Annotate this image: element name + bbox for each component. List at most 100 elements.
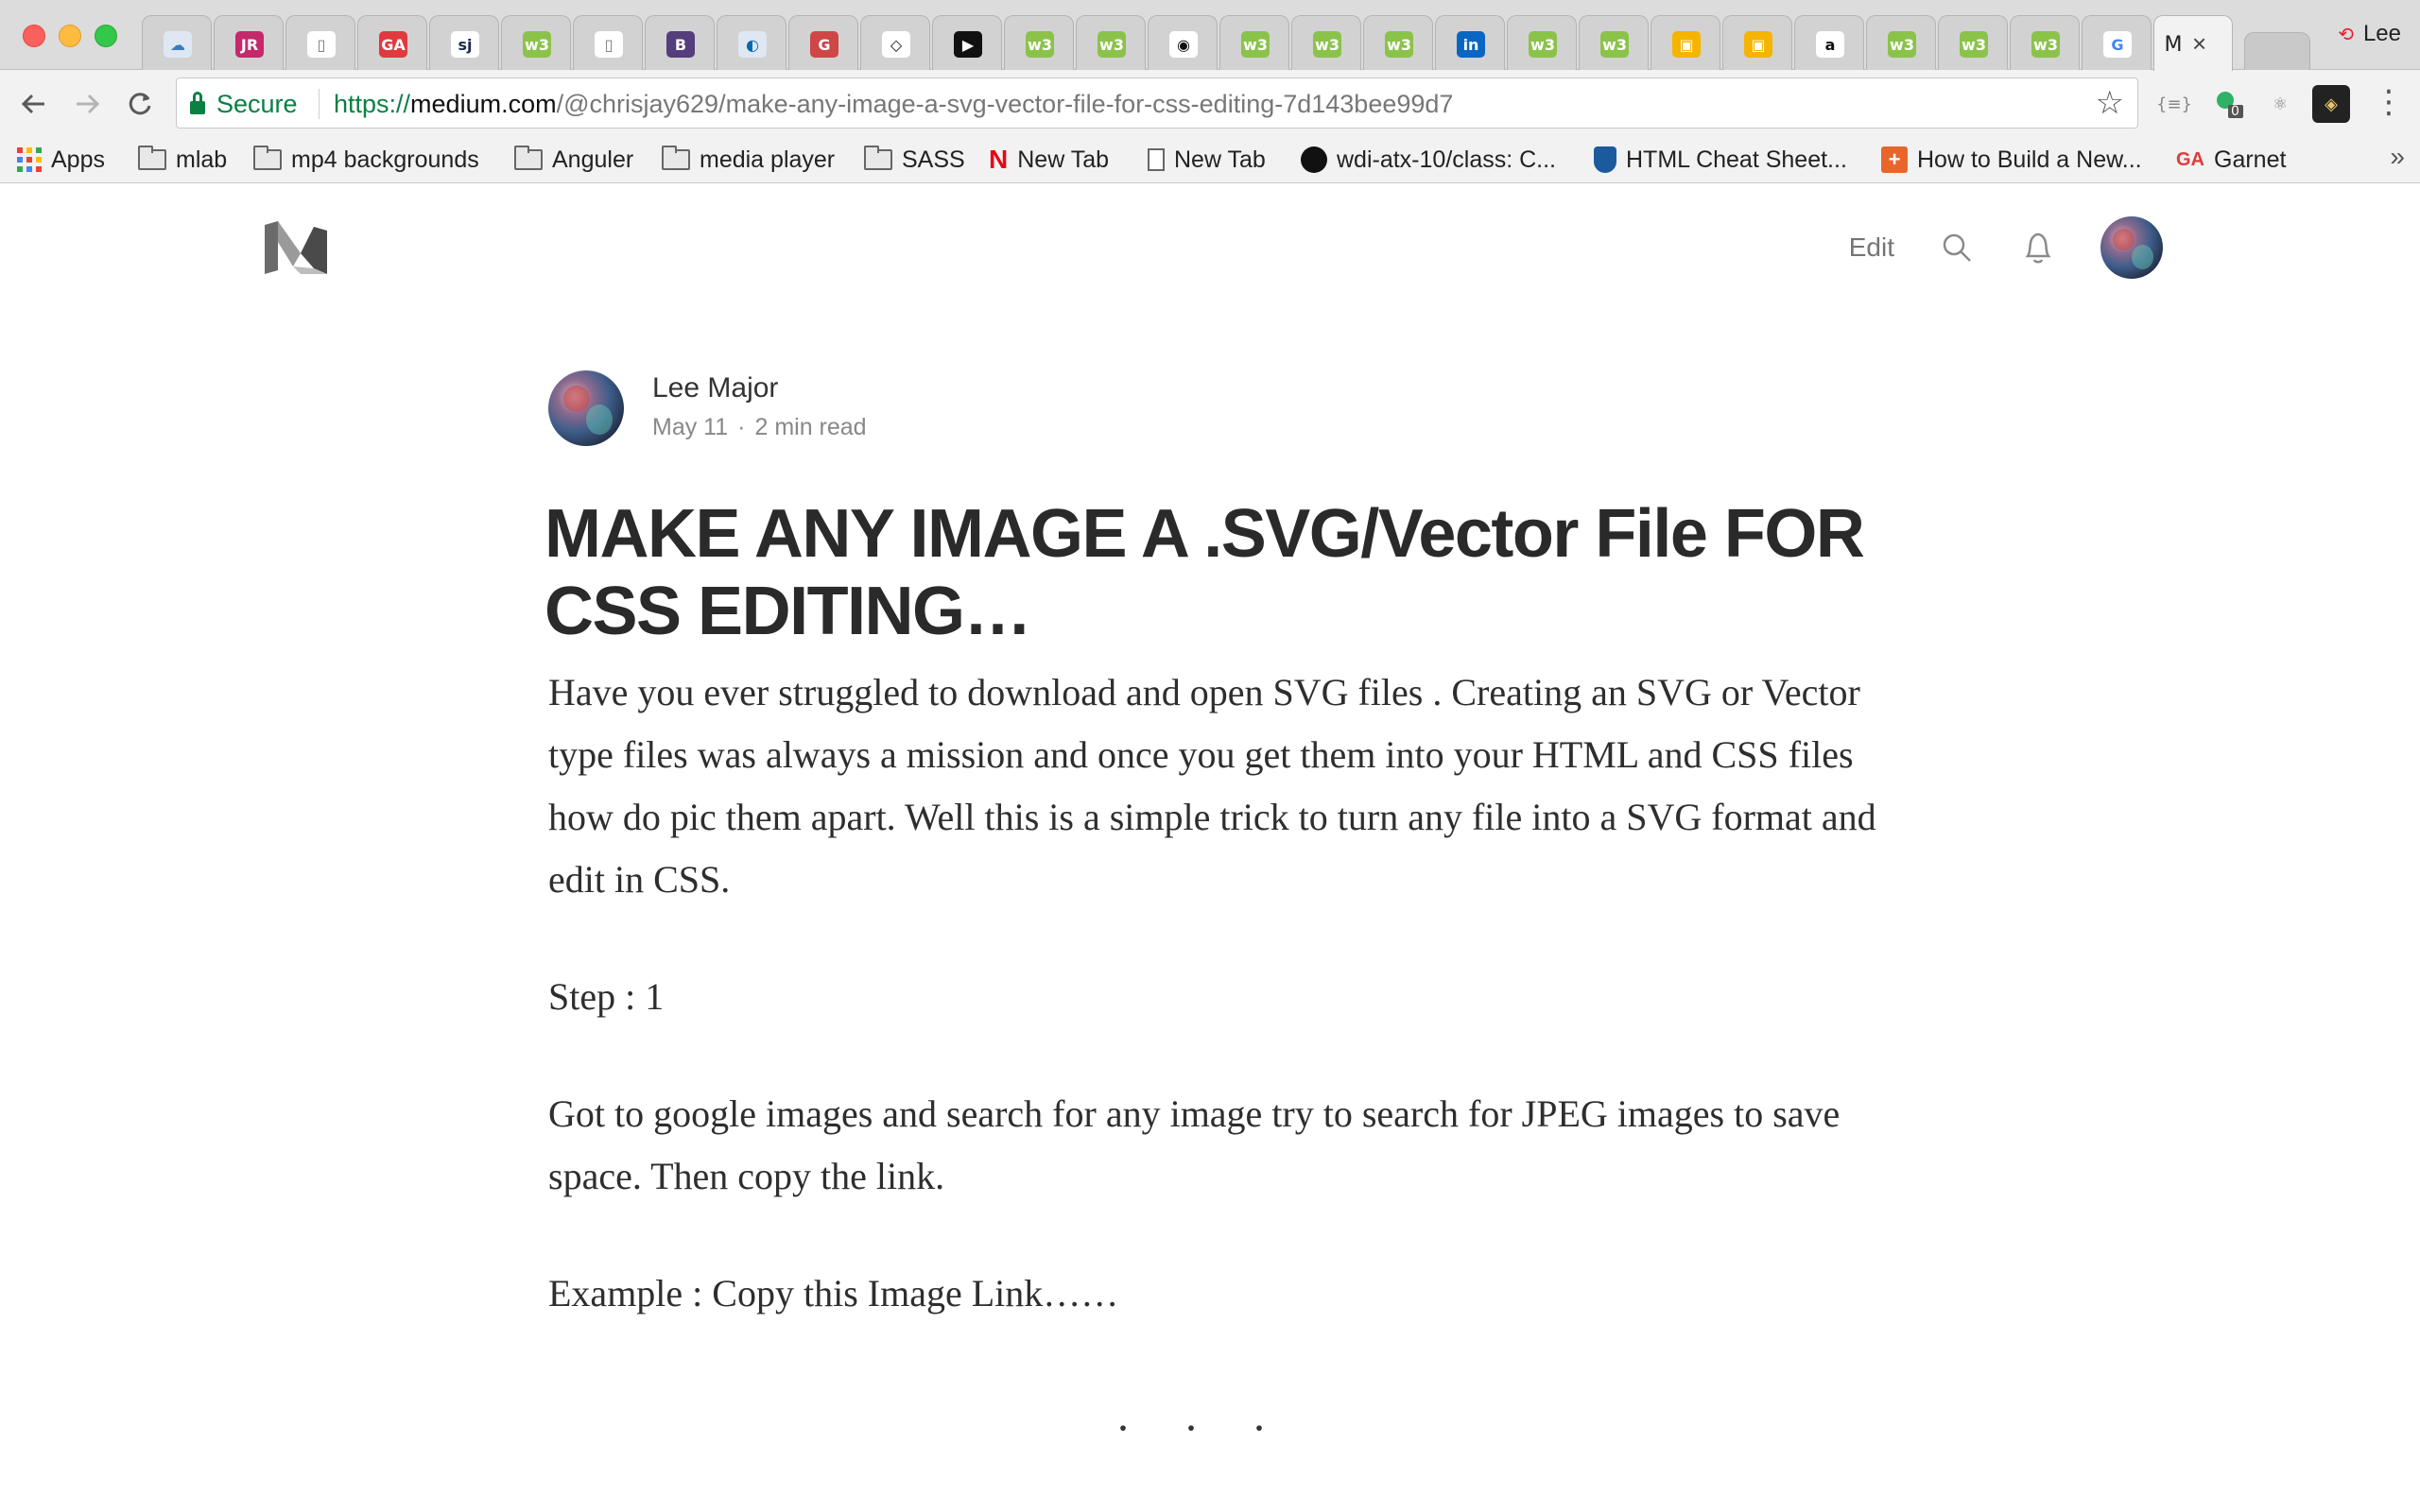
browser-tab[interactable]: G <box>2082 15 2152 70</box>
netflix-icon: N <box>989 145 1009 174</box>
w3schools-icon: w3 <box>1529 31 1557 58</box>
bookmark-item[interactable]: mlab <box>138 138 227 181</box>
bookmark-label: Apps <box>51 146 105 173</box>
browser-tab[interactable]: ☁ <box>142 15 212 70</box>
browser-tab[interactable]: w3 <box>1219 15 1289 70</box>
folder-icon <box>138 146 166 170</box>
browser-tab[interactable]: w3 <box>1866 15 1936 70</box>
bookmark-item[interactable]: Anguler <box>514 138 633 181</box>
browser-tab[interactable]: w3 <box>1507 15 1577 70</box>
browser-tab-active[interactable]: M × <box>2153 15 2233 71</box>
browser-tab[interactable]: w3 <box>1579 15 1649 70</box>
browser-tab[interactable]: in <box>1435 15 1505 70</box>
url-text[interactable]: https:// medium.com /@chrisjay629/make-a… <box>334 78 1453 129</box>
profile-sync-icon: ⟲ <box>2338 24 2354 45</box>
extension-badge-icon[interactable]: 0 <box>2210 85 2248 123</box>
browser-tab[interactable]: JR <box>214 15 284 70</box>
w3schools-icon: w3 <box>1960 31 1988 58</box>
url-scheme: https:// <box>334 89 411 118</box>
bookmark-item[interactable]: media player <box>662 138 835 181</box>
bookmark-item[interactable]: GA Garnet <box>2176 138 2286 181</box>
bookmark-item[interactable]: New Tab <box>1148 138 1266 181</box>
url-host: medium.com <box>410 89 557 118</box>
bookmark-item[interactable]: Apps <box>17 138 105 181</box>
bookmarks-overflow-button[interactable]: » <box>2390 142 2405 172</box>
bookmark-item[interactable]: N New Tab <box>989 138 1109 181</box>
browser-tab[interactable]: w3 <box>1291 15 1361 70</box>
section-separator: · · · <box>1115 1403 1288 1453</box>
browser-tab[interactable]: w3 <box>1076 15 1146 70</box>
browser-tab[interactable]: w3 <box>1004 15 1074 70</box>
browser-tab[interactable]: ◇ <box>860 15 930 70</box>
browser-tab[interactable]: ▣ <box>1722 15 1792 70</box>
apps-grid-icon <box>17 147 42 172</box>
post-meta: May 11 · 2 min read <box>652 414 867 441</box>
browser-tab[interactable]: w3 <box>1938 15 2008 70</box>
browser-tab[interactable]: ▶ <box>932 15 1002 70</box>
jr-icon: JR <box>235 31 264 58</box>
browser-tab[interactable]: sj <box>429 15 499 70</box>
w3schools-icon: w3 <box>1385 31 1413 58</box>
browser-tab[interactable]: w3 <box>1363 15 1433 70</box>
medium-logo-icon[interactable] <box>265 221 327 274</box>
user-avatar[interactable] <box>2100 216 2163 279</box>
extension-badge-count: 0 <box>2231 104 2239 119</box>
search-button[interactable] <box>1938 229 1976 266</box>
browser-tab[interactable]: a <box>1794 15 1864 70</box>
bookmark-item[interactable]: HTML Cheat Sheet... <box>1594 138 1847 181</box>
browser-tab[interactable]: w3 <box>501 15 571 70</box>
article-paragraph: Example : Copy this Image Link…… <box>548 1272 1119 1314</box>
article-paragraph: Got to google images and search for any … <box>548 1092 1841 1197</box>
json-viewer-icon[interactable]: {≡} <box>2155 85 2193 123</box>
bookmark-item[interactable]: mp4 backgrounds <box>253 138 479 181</box>
browser-toolbar: Secure https:// medium.com /@chrisjay629… <box>0 70 2420 138</box>
author-name[interactable]: Lee Major <box>652 372 778 404</box>
browser-tab[interactable]: w3 <box>2010 15 2080 70</box>
w3schools-icon: w3 <box>1313 31 1341 58</box>
address-bar[interactable]: Secure https:// medium.com /@chrisjay629… <box>176 77 2138 129</box>
browser-menu-icon[interactable]: ⋮ <box>2373 83 2405 121</box>
forward-button[interactable] <box>66 83 108 125</box>
browser-tab[interactable]: G <box>788 15 858 70</box>
header-actions: Edit <box>1849 216 2163 279</box>
new-tab-button[interactable] <box>2244 32 2310 70</box>
ga-icon: GA <box>2176 148 2204 170</box>
close-tab-icon[interactable]: × <box>2192 29 2206 59</box>
minimize-window-button[interactable] <box>59 25 81 47</box>
back-button[interactable] <box>13 83 55 125</box>
article-paragraph: Step : 1 <box>548 975 665 1018</box>
notifications-button[interactable] <box>2019 229 2057 266</box>
puzzle-icon <box>2217 92 2243 118</box>
reload-button[interactable] <box>119 83 161 125</box>
linkedin-icon: in <box>1457 31 1485 58</box>
author-avatar[interactable] <box>548 370 624 446</box>
secure-indicator[interactable]: Secure <box>190 78 298 129</box>
browser-tab[interactable]: ▯ <box>285 15 355 70</box>
reload-icon <box>129 93 151 115</box>
bookmark-item[interactable]: wdi-atx-10/class: C... <box>1301 138 1556 181</box>
post-date[interactable]: May 11 <box>652 414 728 440</box>
react-devtools-icon[interactable]: ⚛ <box>2261 85 2299 123</box>
browser-tab[interactable]: ▣ <box>1651 15 1720 70</box>
w3schools-icon: w3 <box>1241 31 1270 58</box>
close-window-button[interactable] <box>23 25 45 47</box>
browser-tab[interactable]: ▯ <box>573 15 643 70</box>
dark-extension-icon[interactable]: ◈ <box>2312 85 2350 123</box>
browser-tab[interactable]: ◐ <box>717 15 786 70</box>
secure-label: Secure <box>216 89 298 118</box>
cloud-icon: ☁ <box>164 31 192 58</box>
browser-tab[interactable]: ◉ <box>1148 15 1218 70</box>
bookmark-label: New Tab <box>1017 146 1110 173</box>
profile-button[interactable]: ⟲ Lee <box>2338 21 2401 47</box>
bookmark-item[interactable]: + How to Build a New... <box>1881 138 2142 181</box>
package-icon: ▣ <box>1672 31 1701 58</box>
zoom-window-button[interactable] <box>95 25 117 47</box>
edit-link[interactable]: Edit <box>1849 232 1894 263</box>
read-time: 2 min read <box>754 414 867 440</box>
bookmark-label: Anguler <box>552 146 634 173</box>
browser-tab[interactable]: B <box>645 15 715 70</box>
bookmark-item[interactable]: SASS <box>864 138 965 181</box>
bookmark-label: Garnet <box>2214 146 2287 173</box>
bookmark-star-icon[interactable]: ☆ <box>2096 84 2124 122</box>
browser-tab[interactable]: GA <box>357 15 427 70</box>
